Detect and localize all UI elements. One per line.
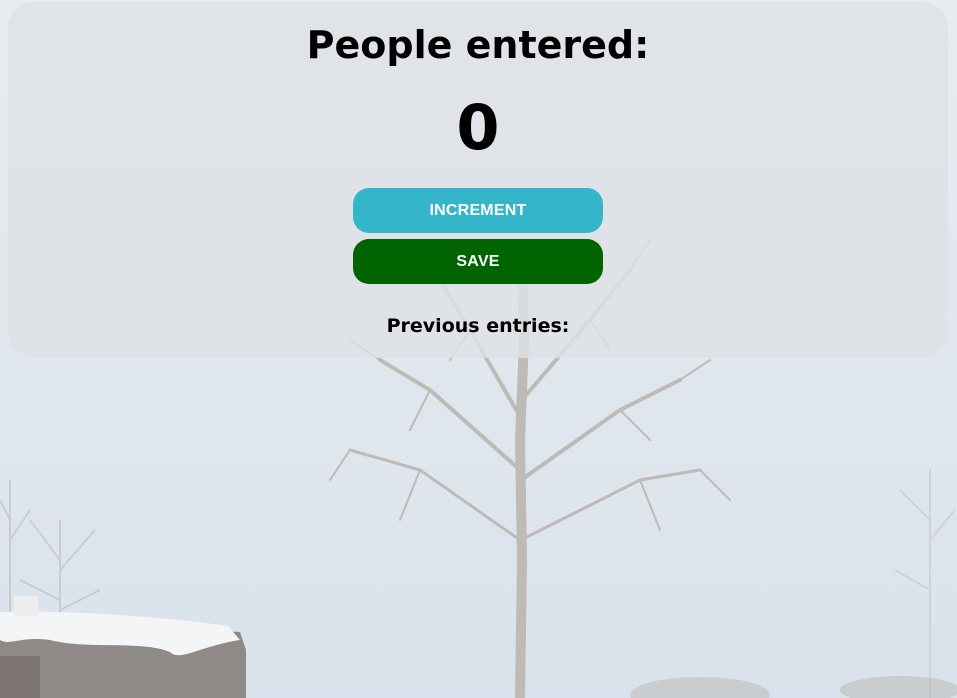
save-button[interactable]: SAVE (353, 239, 603, 284)
previous-entries-label: Previous entries: (386, 315, 570, 337)
counter-panel: People entered: 0 INCREMENT SAVE Previou… (8, 2, 948, 358)
increment-button[interactable]: INCREMENT (353, 188, 603, 233)
count-display: 0 (456, 91, 500, 164)
page-title: People entered: (306, 23, 650, 67)
